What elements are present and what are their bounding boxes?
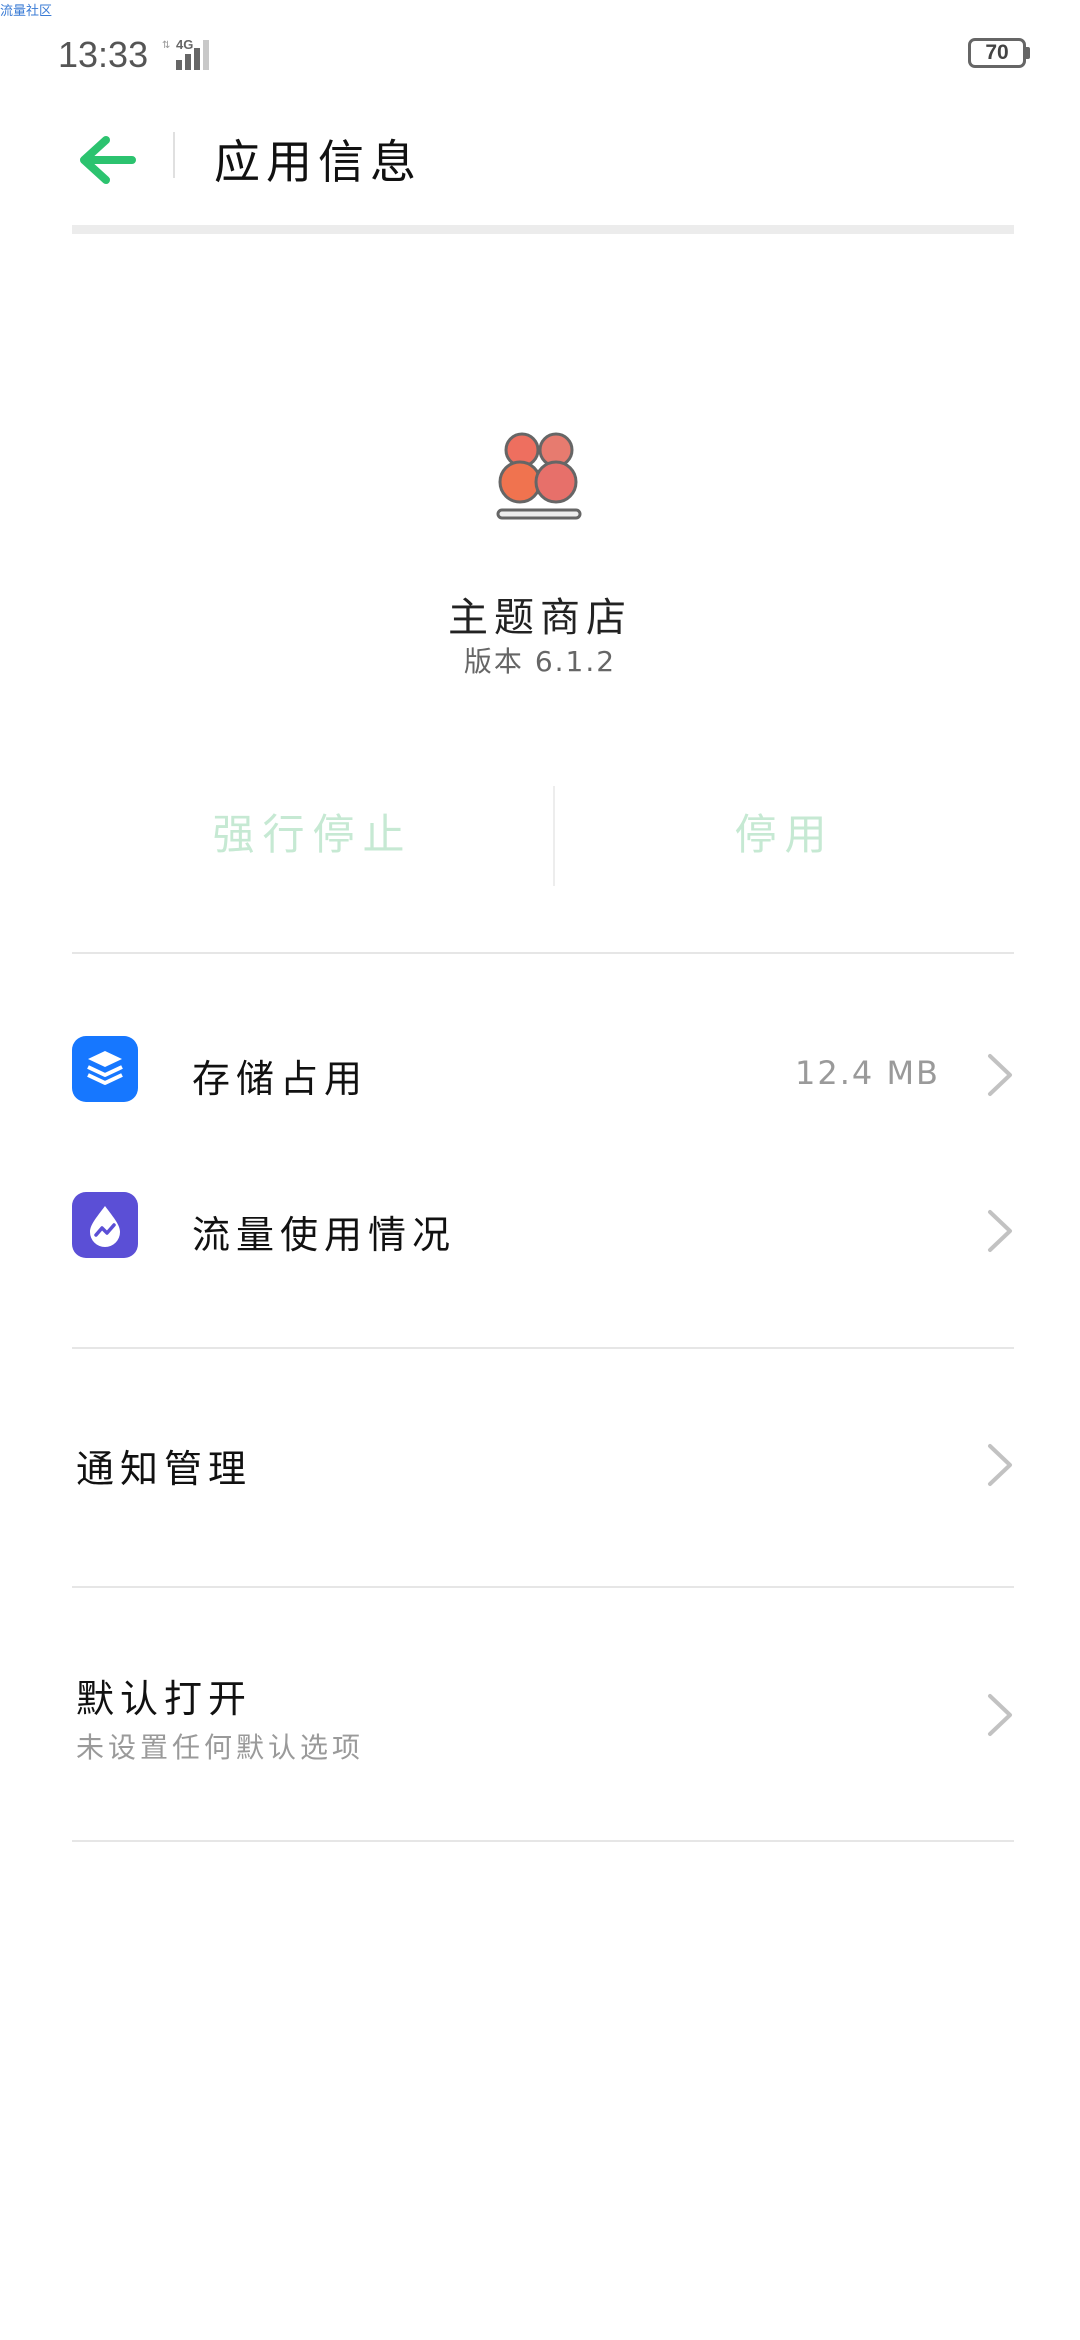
notification-management-label: 通知管理: [76, 1447, 253, 1491]
divider: [72, 1586, 1014, 1588]
storage-layers-icon: [72, 1036, 138, 1102]
storage-row[interactable]: 存储占用 12.4 MB: [72, 1020, 1014, 1130]
theme-store-app-icon: [496, 432, 582, 520]
status-bar: 13:33 4G ⇅ 70: [0, 0, 1080, 100]
app-name: 主题商店: [448, 595, 632, 641]
chevron-right-icon: [988, 1444, 1012, 1486]
chevron-right-icon: [988, 1054, 1012, 1096]
notification-management-row[interactable]: 通知管理: [72, 1410, 1014, 1520]
force-stop-button[interactable]: 强行停止: [72, 780, 553, 890]
header-divider: [173, 132, 175, 178]
divider: [72, 952, 1014, 954]
data-usage-drop-icon: [72, 1192, 138, 1258]
storage-label: 存储占用: [192, 1057, 369, 1101]
battery-tip: [1026, 47, 1030, 59]
chevron-right-icon: [988, 1210, 1012, 1252]
app-version: 版本 6.1.2: [463, 645, 617, 678]
header-rule: [72, 225, 1014, 234]
app-actions: 强行停止 停用: [72, 780, 1014, 890]
app-bar: 应用信息: [0, 110, 1080, 210]
open-by-default-label: 默认打开: [76, 1677, 253, 1721]
divider: [72, 1347, 1014, 1349]
data-usage-row[interactable]: 流量使用情况: [72, 1176, 1014, 1286]
status-time: 13:33: [58, 34, 149, 75]
network-type-label: 4G: [176, 37, 193, 52]
back-arrow-icon[interactable]: [72, 130, 142, 190]
cell-signal-icon: 4G ⇅: [162, 37, 209, 70]
chevron-right-icon: [988, 1694, 1012, 1736]
disable-button[interactable]: 停用: [555, 780, 1014, 890]
battery-icon: 70: [968, 38, 1026, 68]
open-by-default-row[interactable]: 默认打开 未设置任何默认选项: [72, 1640, 1014, 1790]
divider: [72, 1840, 1014, 1842]
data-usage-label: 流量使用情况: [192, 1213, 457, 1257]
page-title: 应用信息: [214, 135, 422, 189]
open-by-default-subtitle: 未设置任何默认选项: [76, 1731, 365, 1764]
storage-value: 12.4 MB: [795, 1054, 940, 1092]
svg-text:⇅: ⇅: [162, 40, 170, 51]
